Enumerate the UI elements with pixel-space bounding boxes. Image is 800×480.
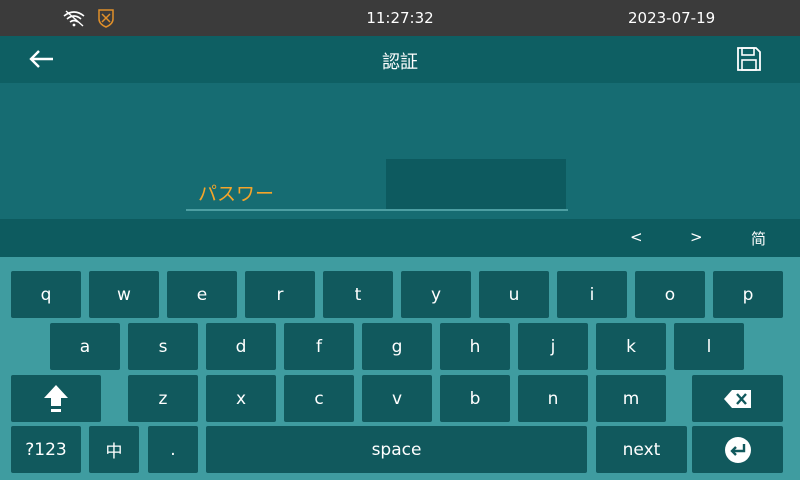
language-key[interactable]: 中	[89, 426, 139, 473]
key-r[interactable]: r	[245, 271, 315, 318]
status-bar: 11:27:32 2023-07-19	[0, 0, 800, 36]
key-f[interactable]: f	[284, 323, 354, 370]
key-k[interactable]: k	[596, 323, 666, 370]
on-screen-keyboard: q w e r t y u i o p a s d f g h j k l z …	[0, 257, 800, 480]
key-h[interactable]: h	[440, 323, 510, 370]
input-mode-button[interactable]: 简	[751, 228, 766, 249]
key-e[interactable]: e	[167, 271, 237, 318]
key-c[interactable]: c	[284, 375, 354, 422]
space-key[interactable]: space	[206, 426, 587, 473]
key-q[interactable]: q	[11, 271, 81, 318]
key-a[interactable]: a	[50, 323, 120, 370]
candidate-bar: < > 简	[0, 219, 800, 257]
numbers-key[interactable]: ?123	[11, 426, 81, 473]
key-j[interactable]: j	[518, 323, 588, 370]
key-t[interactable]: t	[323, 271, 393, 318]
password-input[interactable]	[386, 159, 566, 209]
candidate-prev-button[interactable]: <	[630, 228, 643, 246]
status-date: 2023-07-19	[628, 9, 716, 27]
page-title: 認証	[382, 52, 418, 73]
key-i[interactable]: i	[557, 271, 627, 318]
key-n[interactable]: n	[518, 375, 588, 422]
key-u[interactable]: u	[479, 271, 549, 318]
key-l[interactable]: l	[674, 323, 744, 370]
key-b[interactable]: b	[440, 375, 510, 422]
key-v[interactable]: v	[362, 375, 432, 422]
app-bar: 認証	[0, 36, 800, 83]
period-key[interactable]: .	[148, 426, 198, 473]
backspace-icon	[723, 389, 751, 408]
key-g[interactable]: g	[362, 323, 432, 370]
key-z[interactable]: z	[128, 375, 198, 422]
enter-icon	[724, 436, 751, 463]
key-w[interactable]: w	[89, 271, 159, 318]
password-underline	[186, 209, 568, 211]
shift-key[interactable]	[11, 375, 101, 422]
backspace-key[interactable]	[692, 375, 783, 422]
key-y[interactable]: y	[401, 271, 471, 318]
enter-key[interactable]	[692, 426, 783, 473]
key-p[interactable]: p	[713, 271, 783, 318]
auth-form: パスワー	[0, 83, 800, 219]
save-icon[interactable]	[736, 46, 762, 72]
key-s[interactable]: s	[128, 323, 198, 370]
candidate-next-button[interactable]: >	[690, 228, 703, 246]
key-d[interactable]: d	[206, 323, 276, 370]
shift-icon	[44, 384, 68, 412]
key-m[interactable]: m	[596, 375, 666, 422]
next-key[interactable]: next	[596, 426, 687, 473]
key-o[interactable]: o	[635, 271, 705, 318]
password-label: パスワー	[198, 183, 275, 205]
key-x[interactable]: x	[206, 375, 276, 422]
